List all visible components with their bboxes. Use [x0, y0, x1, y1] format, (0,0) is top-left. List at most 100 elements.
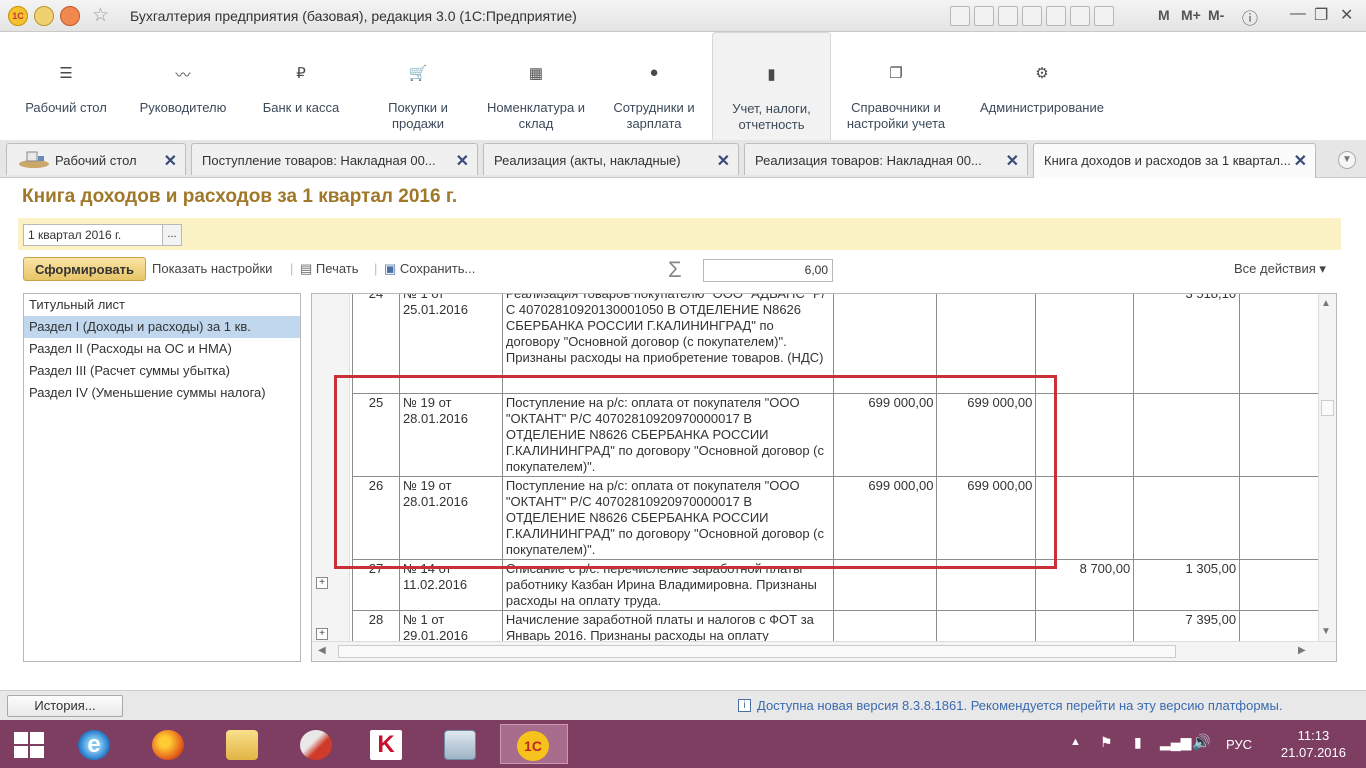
tab-sales-doc[interactable]: Реализация товаров: Накладная 00... ✕ [744, 143, 1028, 175]
bookmark-icon[interactable] [1046, 6, 1066, 26]
scroll-thumb[interactable] [1321, 400, 1334, 416]
generate-button[interactable]: Сформировать [23, 257, 146, 281]
section-bank[interactable]: ₽ Банк и касса [262, 32, 340, 140]
print-button[interactable]: ▤ Печать [300, 257, 359, 281]
list-item[interactable]: Раздел I (Доходы и расходы) за 1 кв. [24, 316, 300, 338]
1c-logo-icon[interactable]: 1С [8, 6, 28, 26]
report-spreadsheet[interactable]: + + 24 № 1 от 25.01.2016 Реализация това… [311, 293, 1337, 662]
cell-expense: 8 700,00 [1035, 559, 1135, 611]
person-icon: ● [649, 64, 659, 81]
table-row[interactable]: 24 № 1 от 25.01.2016 Реализация товаров … [352, 294, 1336, 394]
vertical-scrollbar[interactable]: ▲ ▼ [1318, 294, 1336, 641]
show-settings-button[interactable]: Показать настройки [152, 257, 272, 281]
tab-income-book[interactable]: Книга доходов и расходов за 1 квартал...… [1033, 143, 1316, 179]
section-label: Справочники и настройки учета [846, 100, 946, 131]
volume-icon[interactable]: 🔊 [1192, 733, 1211, 768]
taskbar-ie[interactable]: e [64, 724, 124, 764]
taskbar-1c[interactable]: 1С [500, 724, 568, 764]
windows-start-icon[interactable] [14, 732, 46, 758]
section-accounting[interactable]: ▮ Учет, налоги, отчетность [712, 32, 831, 140]
close-tab-icon[interactable]: ✕ [164, 151, 177, 171]
favorites-star-icon[interactable]: ☆ [92, 4, 109, 27]
tab-label: Поступление товаров: Накладная 00... [202, 153, 436, 168]
section-desktop[interactable]: ☰ Рабочий стол [20, 32, 112, 140]
selection-sum-field: 6,00 [703, 259, 833, 282]
language-indicator[interactable]: РУС [1226, 737, 1252, 768]
list-item[interactable]: Раздел II (Расходы на ОС и НМА) [24, 338, 300, 360]
table-row[interactable]: 25 № 19 от 28.01.2016 Поступление на р/с… [352, 393, 1336, 477]
memory-button[interactable]: M [1158, 7, 1170, 23]
page-title: Книга доходов и расходов за 1 квартал 20… [22, 186, 458, 207]
clock-date: 21.07.2016 [1280, 745, 1346, 760]
scroll-thumb[interactable] [338, 645, 1176, 658]
floppy-icon: ▣ [384, 261, 397, 276]
calculator-icon[interactable] [1070, 6, 1090, 26]
list-item[interactable]: Титульный лист [24, 294, 300, 316]
expand-group-icon[interactable]: + [316, 577, 328, 589]
taskbar-ccleaner[interactable] [286, 724, 346, 764]
save-icon[interactable] [950, 6, 970, 26]
section-staff[interactable]: ● Сотрудники и зарплата [606, 32, 702, 140]
tabs-more-icon[interactable]: ▼ [1338, 151, 1356, 169]
section-warehouse[interactable]: ▦ Номенклатура и склад [482, 32, 590, 140]
section-purchases[interactable]: 🛒 Покупки и продажи [372, 32, 464, 140]
calendar-icon[interactable] [1094, 6, 1114, 26]
section-references[interactable]: ❐ Справочники и настройки учета [834, 32, 958, 140]
list-item[interactable]: Раздел III (Расчет суммы убытка) [24, 360, 300, 382]
taskbar-calculator[interactable] [430, 724, 490, 764]
restore-icon[interactable]: ❐ [1314, 5, 1328, 25]
home-icon[interactable] [60, 6, 80, 26]
close-tab-icon[interactable]: ✕ [1294, 151, 1307, 171]
main-menu-icon[interactable] [34, 6, 54, 26]
group-gutter: + + [312, 294, 350, 641]
horizontal-scrollbar[interactable]: ◀ ▶ [312, 641, 1336, 661]
section-admin[interactable]: ⚙ Администрирование [968, 32, 1116, 140]
memory-minus-button[interactable]: M- [1208, 7, 1224, 23]
cell-income: 699 000,00 [832, 393, 938, 477]
scroll-right-icon[interactable]: ▶ [1298, 645, 1306, 656]
taskbar-explorer[interactable] [212, 724, 272, 764]
print-label: Печать [315, 261, 359, 276]
update-notice-link[interactable]: Доступна новая версия 8.3.8.1861. Рекоме… [757, 698, 1282, 713]
tab-desktop[interactable]: Рабочий стол ✕ [6, 143, 186, 175]
preview-icon[interactable] [998, 6, 1018, 26]
expand-group-icon[interactable]: + [316, 628, 328, 640]
close-tab-icon[interactable]: ✕ [1006, 151, 1019, 171]
close-icon[interactable]: ✕ [1340, 5, 1353, 25]
cell-description: Поступление на р/с: оплата от покупателя… [501, 476, 834, 560]
minimize-icon[interactable]: — [1290, 5, 1306, 23]
info-icon[interactable]: ⓘ [1242, 5, 1258, 29]
all-actions-menu[interactable]: Все действия ▾ [1234, 261, 1326, 277]
scroll-down-icon[interactable]: ▼ [1321, 626, 1331, 637]
period-input[interactable]: 1 квартал 2016 г. [23, 224, 164, 246]
battery-icon[interactable]: ▮ [1134, 734, 1142, 768]
close-tab-icon[interactable]: ✕ [456, 151, 469, 171]
sum-icon[interactable]: Σ [668, 257, 682, 283]
save-button[interactable]: ▣ Сохранить... [384, 257, 475, 281]
section-manager[interactable]: 〰 Руководителю [128, 32, 238, 140]
close-tab-icon[interactable]: ✕ [717, 151, 730, 171]
star-add-icon[interactable] [1022, 6, 1042, 26]
taskbar-kaspersky[interactable]: K [356, 724, 416, 764]
history-button[interactable]: История... [7, 695, 123, 717]
clock[interactable]: 11:13 21.07.2016 [1281, 727, 1346, 761]
signal-icon[interactable]: ▂▄▆ [1160, 734, 1191, 768]
separator: | [374, 261, 378, 276]
taskbar-firefox[interactable] [138, 724, 198, 764]
period-select-button[interactable]: ... [162, 224, 182, 246]
cell-description: Реализация товаров покупателю "ООО "АДВА… [501, 294, 834, 394]
table-row[interactable]: 26 № 19 от 28.01.2016 Поступление на р/с… [352, 476, 1336, 560]
memory-plus-button[interactable]: M+ [1181, 7, 1201, 23]
scroll-up-icon[interactable]: ▲ [1321, 298, 1331, 309]
tray-expand-icon[interactable]: ▲ [1070, 736, 1081, 768]
tab-sales-list[interactable]: Реализация (акты, накладные) ✕ [483, 143, 739, 175]
list-item[interactable]: Раздел IV (Уменьшение суммы налога) [24, 382, 300, 404]
window-title: Бухгалтерия предприятия (базовая), редак… [130, 8, 577, 24]
cell-description: Поступление на р/с: оплата от покупателя… [501, 393, 834, 477]
scroll-left-icon[interactable]: ◀ [318, 645, 326, 656]
print-icon[interactable] [974, 6, 994, 26]
cart-icon: 🛒 [408, 65, 428, 82]
tab-receipt[interactable]: Поступление товаров: Накладная 00... ✕ [191, 143, 478, 175]
table-row[interactable]: 27 № 14 от 11.02.2016 Списание с р/с: пе… [352, 559, 1336, 611]
flag-icon[interactable]: ⚑ [1100, 734, 1113, 768]
